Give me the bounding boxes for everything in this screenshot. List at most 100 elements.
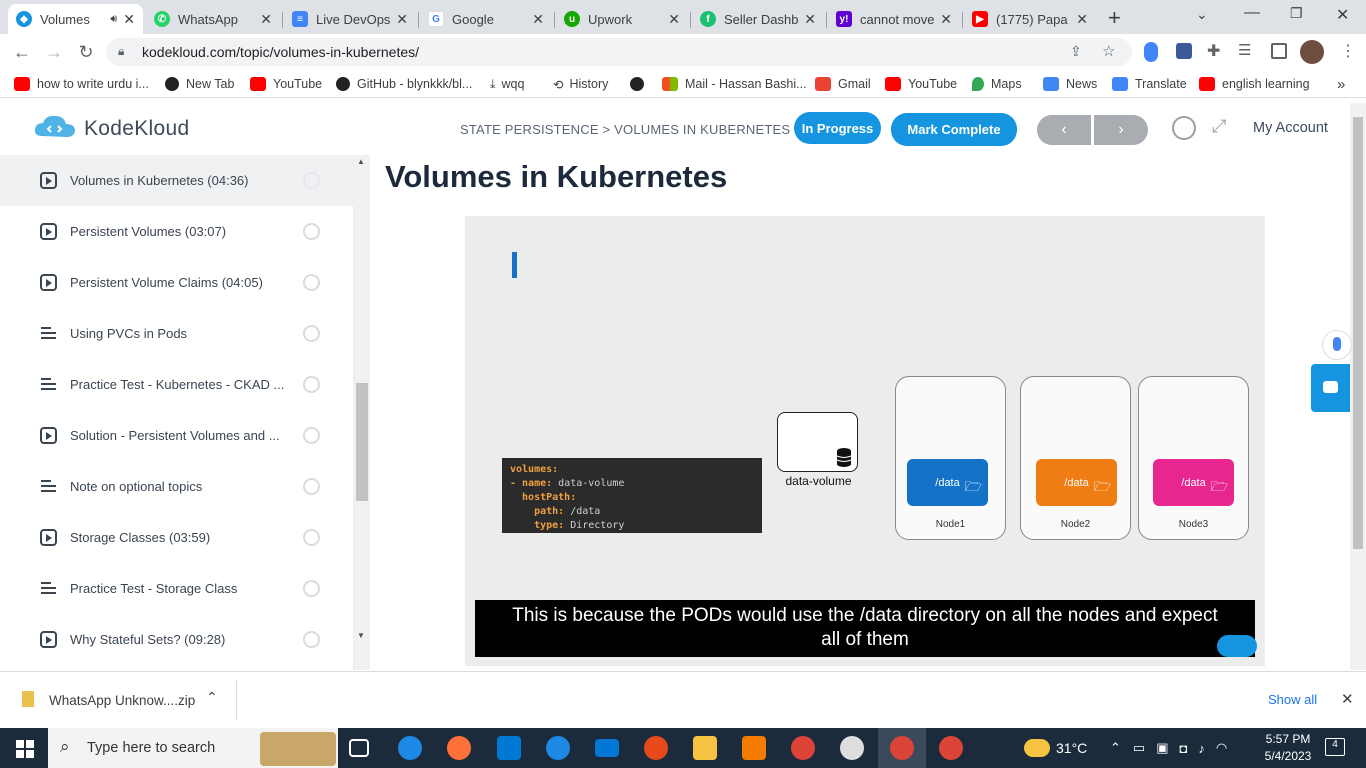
sidebar-scrollbar-thumb[interactable] [356,383,368,501]
microphone-widget-icon[interactable] [1322,330,1352,360]
skype-icon[interactable] [546,736,570,760]
completion-circle-icon[interactable] [303,172,320,189]
sidebar-item-why-stateful-sets[interactable]: Why Stateful Sets? (09:28) [0,614,353,665]
avatar[interactable] [1300,40,1324,64]
download-extension-icon[interactable] [1176,43,1192,59]
completion-circle-icon[interactable] [303,427,320,444]
chrome-icon[interactable] [791,736,815,760]
video-player[interactable]: volumes: - name: data-volume hostPath: p… [465,216,1265,666]
previous-lesson-button[interactable]: ‹ [1037,115,1091,145]
sidebar-item-volumes-in-kubernetes[interactable]: Volumes in Kubernetes (04:36) [0,155,353,206]
tab-seller-dashboard[interactable]: f Seller Dashbo ✕ [692,4,824,34]
close-icon[interactable]: ✕ [396,11,408,28]
battery-icon[interactable]: ▭ [1133,740,1145,756]
firefox-icon[interactable] [447,736,471,760]
close-icon[interactable]: ✕ [123,11,135,28]
mark-complete-button[interactable]: Mark Complete [891,113,1017,146]
forward-button[interactable]: → [42,40,66,64]
reload-button[interactable]: ↻ [74,40,98,64]
bookmark-item[interactable]: ⤓ wqq [490,74,524,94]
share-icon[interactable]: ⇪ [1070,43,1082,60]
tab-google[interactable]: G Google ✕ [420,4,552,34]
close-icon[interactable]: ✕ [804,11,816,28]
window-close-button[interactable]: ✕ [1336,5,1349,25]
close-icon[interactable]: ✕ [940,11,952,28]
sidebar-item-using-pvcs[interactable]: Using PVCs in Pods [0,308,353,359]
bookmark-item[interactable]: how to write urdu i... [14,74,149,94]
completion-circle-icon[interactable] [303,274,320,291]
minimize-button[interactable]: — [1244,4,1260,22]
tab-volumes[interactable]: ◆ Volumes 🔊︎ ✕ [8,4,143,34]
completion-circle-icon[interactable] [303,223,320,240]
show-all-button[interactable]: Show all [1268,692,1317,707]
my-account-link[interactable]: My Account [1253,120,1328,136]
sidebar-item-storage-classes[interactable]: Storage Classes (03:59) [0,512,353,563]
completion-circle-icon[interactable] [303,631,320,648]
chat-widget-button[interactable] [1311,364,1350,412]
reading-list-icon[interactable]: ☰ [1238,41,1251,59]
bookmark-item[interactable]: New Tab [165,74,234,94]
new-tab-button[interactable]: + [1108,5,1121,31]
site-logo-text[interactable]: KodeKloud [84,117,189,141]
bookmark-item[interactable]: Mail - Hassan Bashi... [662,74,807,94]
close-icon[interactable]: ✕ [668,11,680,28]
edge-icon[interactable] [398,736,422,760]
sidebar-item-practice-test-storage-class[interactable]: Practice Test - Storage Class [0,563,353,614]
back-button[interactable]: ← [10,40,34,64]
app-icon[interactable] [840,736,864,760]
speaker-icon[interactable]: 🔊︎ [110,13,117,26]
network-icon[interactable]: ▣ [1156,740,1168,756]
sidebar-item-persistent-volume-claims[interactable]: Persistent Volume Claims (04:05) [0,257,353,308]
bookmark-item[interactable]: News [1043,74,1097,94]
voice-extension-icon[interactable] [1144,42,1158,62]
breadcrumb[interactable]: STATE PERSISTENCE > VOLUMES IN KUBERNETE… [460,122,790,137]
bookmark-item[interactable]: english learning [1199,74,1310,94]
fullscreen-icon[interactable]: ⤢ [1212,116,1226,137]
wifi-icon[interactable]: ◠ [1216,740,1227,756]
close-icon[interactable]: ✕ [260,11,272,28]
completion-circle-icon[interactable] [303,529,320,546]
bookmark-item[interactable]: Translate [1112,74,1187,94]
maximize-button[interactable]: ❐ [1290,5,1303,22]
close-icon[interactable]: ✕ [532,11,544,28]
store-icon[interactable] [497,736,521,760]
app-icon[interactable] [644,736,668,760]
volume-icon[interactable]: ♪ [1198,741,1205,756]
tab-whatsapp[interactable]: ✆ WhatsApp ✕ [146,4,280,34]
bookmarks-overflow-button[interactable]: » [1337,74,1345,94]
system-tray-icons[interactable]: ⌃ ▭ ▣ ◘ ♪ ◠ [1110,728,1227,768]
tab-youtube-papa[interactable]: ▶ (1775) Papa J ✕ [964,4,1096,34]
tab-cannot-move[interactable]: y! cannot move ✕ [828,4,960,34]
bookmark-item[interactable]: YouTube [885,74,957,94]
chevron-up-icon[interactable]: ⌃ [206,689,218,706]
windows-start-icon[interactable] [16,740,34,758]
completion-circle-icon[interactable] [303,478,320,495]
bookmark-star-icon[interactable]: ☆ [1102,42,1115,60]
close-download-bar-icon[interactable]: ✕ [1341,690,1354,708]
next-lesson-button[interactable]: › [1094,115,1148,145]
page-scrollbar-thumb[interactable] [1353,117,1363,549]
clock[interactable]: 5:57 PM 5/4/2023 [1260,731,1316,765]
task-view-icon[interactable] [349,739,369,757]
sidebar-item-solution-persistent-volumes[interactable]: Solution - Persistent Volumes and ... [0,410,353,461]
bookmark-item[interactable]: ⟲ History [553,74,608,94]
taskbar-search-box[interactable]: ⌕ Type here to search [48,728,338,768]
app-icon[interactable] [742,736,766,760]
close-icon[interactable]: ✕ [1076,11,1088,28]
camera-icon[interactable]: ◘ [1180,741,1188,756]
chrome-profile-icon[interactable] [939,736,963,760]
extensions-icon[interactable]: ✚ [1207,41,1220,61]
download-file-name[interactable]: WhatsApp Unknow....zip [49,693,195,708]
mail-icon[interactable] [595,739,619,757]
tab-upwork[interactable]: u Upwork ✕ [556,4,688,34]
bookmark-item[interactable] [630,74,651,94]
kodekloud-logo-icon[interactable] [34,114,76,142]
sidebar-item-practice-test-ckad[interactable]: Practice Test - Kubernetes - CKAD ... [0,359,353,410]
scroll-up-arrow-icon[interactable]: ▲ [357,157,365,166]
chevron-up-icon[interactable]: ⌃ [1110,740,1121,756]
file-explorer-icon[interactable] [693,736,717,760]
page-scrollbar[interactable] [1350,103,1366,670]
bookmark-item[interactable]: GitHub - blynkkk/bl... [336,74,472,94]
bookmark-item[interactable]: Gmail [815,74,871,94]
tab-live-devops[interactable]: ≡ Live DevOps ✕ [284,4,416,34]
